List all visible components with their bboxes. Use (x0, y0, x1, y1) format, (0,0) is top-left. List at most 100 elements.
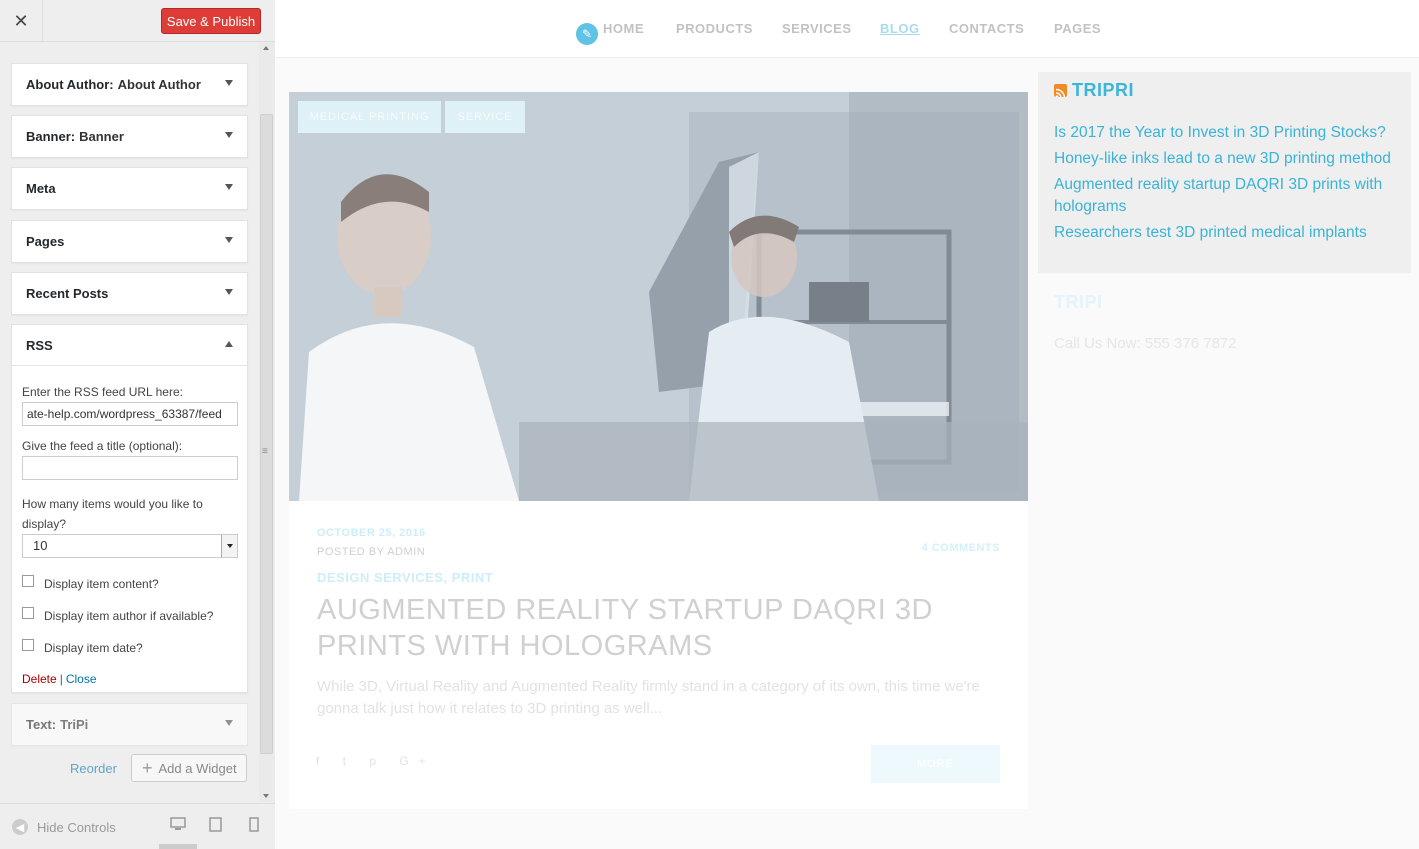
widget-list: About Author: About Author Banner: Banne… (0, 42, 259, 802)
checkbox-row-content[interactable]: Display item content? (22, 574, 237, 594)
widget-text[interactable]: Text: TriPi (11, 703, 248, 746)
sidebar-rss-widget: TRIPRI Is 2017 the Year to Invest in 3D … (1038, 72, 1411, 273)
customizer-header: ✕ Save & Publish (0, 0, 275, 42)
display-author-checkbox[interactable] (22, 607, 34, 619)
dropdown-arrow-icon[interactable] (221, 535, 237, 557)
rss-form: Enter the RSS feed URL here: ate-help.co… (12, 366, 247, 698)
main-navigation: ✎ HOME PRODUCTS SERVICES BLOG CONTACTS P… (276, 0, 1419, 58)
expand-arrow-icon[interactable] (225, 237, 233, 243)
checkbox-label: Display item author if available? (44, 609, 214, 623)
checkbox-label: Display item date? (44, 641, 143, 655)
collapse-arrow-icon[interactable] (225, 341, 233, 347)
widget-title: Meta (26, 181, 56, 196)
widget-header[interactable]: About Author: About Author (12, 64, 247, 105)
expand-arrow-icon[interactable] (225, 289, 233, 295)
rss-item-link[interactable]: Honey-like inks lead to a new 3D printin… (1054, 148, 1404, 170)
customizer-panel: ✕ Save & Publish About Author: About Aut… (0, 0, 275, 849)
text-widget-title: TRIPI (1054, 292, 1103, 312)
nav-services[interactable]: SERVICES (782, 21, 852, 36)
close-customizer-button[interactable]: ✕ (0, 0, 43, 42)
nav-contacts[interactable]: CONTACTS (949, 21, 1024, 36)
collapse-arrow-icon: ◀ (12, 819, 28, 835)
expand-arrow-icon[interactable] (225, 720, 233, 726)
checkbox-row-date[interactable]: Display item date? (22, 638, 237, 658)
checkbox-label: Display item content? (44, 577, 159, 591)
post-author: POSTED BY ADMIN (317, 546, 426, 558)
rss-item-link[interactable]: Augmented reality startup DAQRI 3D print… (1054, 174, 1404, 218)
scroll-up-arrow-icon[interactable] (263, 46, 269, 50)
scroll-thumb[interactable] (260, 114, 273, 754)
rss-feed-title-input[interactable] (22, 456, 238, 480)
edit-shortcut-pencil-icon[interactable]: ✎ (576, 23, 598, 45)
widget-header[interactable]: Text: TriPi (12, 704, 247, 745)
delete-widget-link[interactable]: Delete (22, 672, 57, 686)
nav-pages[interactable]: PAGES (1054, 21, 1101, 36)
widget-subtitle: About Author (117, 77, 201, 92)
text-widget-body: Call Us Now: 555 376 7872 (1054, 335, 1237, 352)
hide-controls-label: Hide Controls (37, 819, 116, 835)
widget-title: Recent Posts (26, 286, 109, 301)
rss-item-link[interactable]: Researchers test 3D printed medical impl… (1054, 222, 1404, 244)
widget-pages[interactable]: Pages (11, 220, 248, 263)
rss-item-link[interactable]: Is 2017 the Year to Invest in 3D Printin… (1054, 122, 1404, 144)
widget-about-author[interactable]: About Author: About Author (11, 63, 248, 106)
widget-actions: Delete | Close (22, 672, 237, 686)
hide-controls-button[interactable]: ◀ Hide Controls (12, 819, 116, 835)
widget-meta[interactable]: Meta (11, 167, 248, 210)
rss-title-text[interactable]: TRIPRI (1072, 80, 1134, 101)
widget-title: Pages (26, 234, 65, 249)
mobile-preview-icon[interactable] (249, 817, 259, 837)
rss-widget-title[interactable]: TRIPRI (1054, 80, 1134, 101)
nav-blog[interactable]: BLOG (880, 21, 920, 36)
save-publish-button[interactable]: Save & Publish (161, 8, 261, 34)
widget-recent-posts[interactable]: Recent Posts (11, 272, 248, 315)
rss-item-list: Is 2017 the Year to Invest in 3D Printin… (1054, 122, 1404, 248)
widget-header[interactable]: Meta (12, 168, 247, 209)
rss-feed-icon[interactable] (1054, 84, 1067, 97)
scroll-down-arrow-icon[interactable] (263, 794, 269, 798)
post-categories[interactable]: DESIGN SERVICES, PRINT (317, 570, 493, 585)
widget-header[interactable]: Recent Posts (12, 273, 247, 314)
widget-title: Text: (26, 717, 57, 732)
rss-items-count-label: How many items would you like to display… (22, 497, 203, 531)
display-date-checkbox[interactable] (22, 639, 34, 651)
customizer-footer: ◀ Hide Controls (0, 803, 275, 849)
blog-post-card: MEDICAL PRINTING SERVICE OCTOBER 25, 201… (289, 92, 1028, 809)
tablet-preview-icon[interactable] (209, 817, 222, 837)
post-date[interactable]: OCTOBER 25, 2016 (317, 527, 426, 539)
separator: | (59, 672, 63, 686)
post-comments-link[interactable]: 4 COMMENTS (922, 542, 1000, 554)
reorder-link[interactable]: Reorder (70, 761, 117, 776)
post-featured-image[interactable]: MEDICAL PRINTING SERVICE (289, 92, 1028, 501)
widget-title: RSS (26, 337, 53, 353)
rss-url-label: Enter the RSS feed URL here: (22, 385, 183, 399)
resize-grip-icon[interactable]: ≡ (262, 446, 268, 457)
widget-banner[interactable]: Banner: Banner (11, 115, 248, 158)
add-widget-label: Add a Widget (158, 760, 237, 776)
widget-header[interactable]: RSS (12, 325, 247, 366)
rss-items-count-select[interactable]: 10 (22, 534, 238, 558)
nav-home[interactable]: HOME (603, 21, 644, 36)
widget-header[interactable]: Banner: Banner (12, 116, 247, 157)
read-more-button[interactable]: MORE (871, 745, 1000, 783)
panel-scrollbar[interactable] (259, 42, 275, 802)
expand-arrow-icon[interactable] (225, 184, 233, 190)
widget-subtitle: TriPi (60, 717, 89, 732)
expand-arrow-icon[interactable] (225, 132, 233, 138)
expand-arrow-icon[interactable] (225, 80, 233, 86)
close-widget-link[interactable]: Close (66, 672, 97, 686)
rss-feed-title-label: Give the feed a title (optional): (22, 439, 183, 453)
widget-subtitle: Banner (79, 129, 124, 144)
widget-title: About Author: (26, 77, 114, 92)
add-widget-button[interactable]: + Add a Widget (131, 754, 247, 782)
post-tag[interactable]: SERVICE (445, 101, 525, 133)
rss-url-input[interactable]: ate-help.com/wordpress_63387/feed (22, 402, 238, 426)
display-content-checkbox[interactable] (22, 575, 34, 587)
widget-header[interactable]: Pages (12, 221, 247, 262)
social-share-icons[interactable]: f t p G+ (316, 754, 436, 768)
desktop-preview-icon[interactable] (170, 817, 186, 836)
checkbox-row-author[interactable]: Display item author if available? (22, 606, 237, 626)
post-title[interactable]: AUGMENTED REALITY STARTUP DAQRI 3D PRINT… (317, 592, 977, 664)
nav-products[interactable]: PRODUCTS (676, 21, 753, 36)
post-tag[interactable]: MEDICAL PRINTING (298, 101, 441, 133)
